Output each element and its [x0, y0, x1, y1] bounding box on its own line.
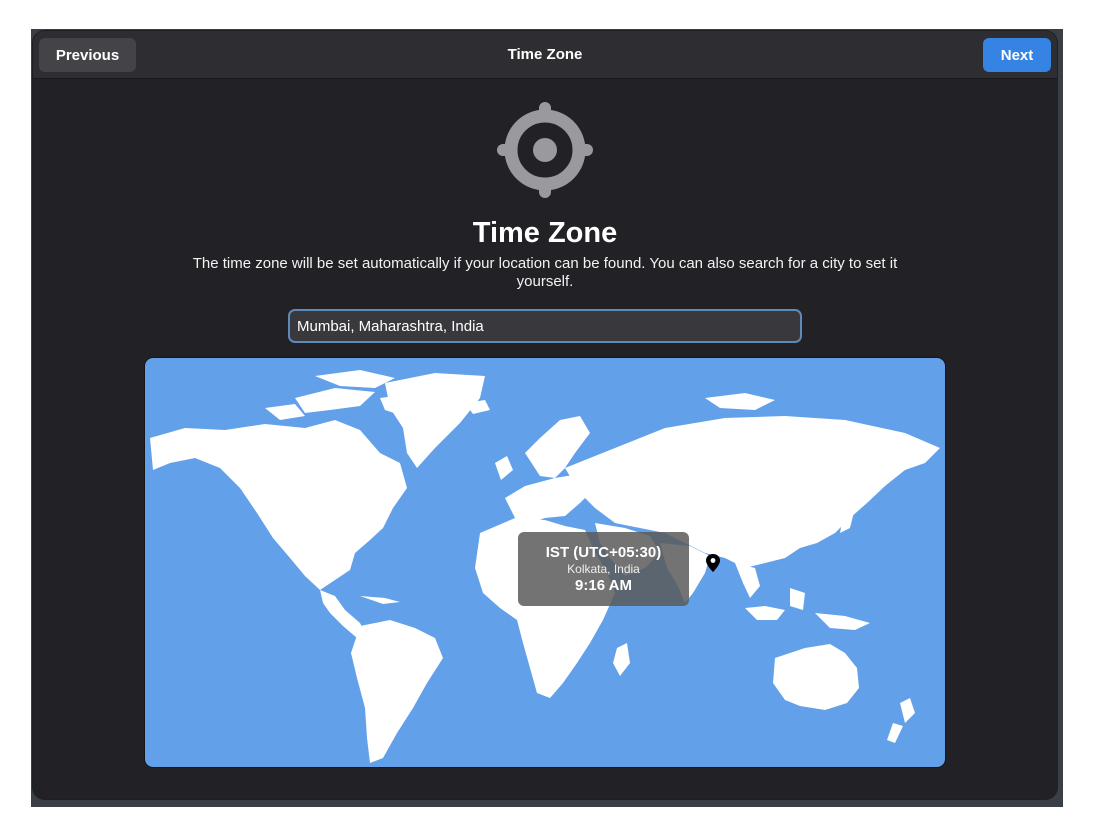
header-bar: Previous Time Zone Next: [33, 31, 1057, 79]
next-button[interactable]: Next: [983, 38, 1051, 72]
window-title: Time Zone: [507, 46, 583, 63]
page-description: The time zone will be set automatically …: [192, 255, 898, 290]
map-pin-icon[interactable]: [705, 554, 721, 572]
location-search-field[interactable]: [288, 309, 802, 343]
timezone-city: Kolkata, India: [567, 562, 640, 576]
world-map[interactable]: IST (UTC+05:30) Kolkata, India 9:16 AM: [145, 358, 945, 767]
timezone-tooltip: IST (UTC+05:30) Kolkata, India 9:16 AM: [518, 532, 689, 606]
location-search-input[interactable]: [290, 311, 800, 341]
location-crosshair-icon: [497, 102, 593, 198]
timezone-current-time: 9:16 AM: [575, 577, 632, 594]
previous-button[interactable]: Previous: [39, 38, 136, 72]
setup-window: Previous Time Zone Next Time Zone The ti…: [33, 31, 1057, 799]
timezone-label: IST (UTC+05:30): [545, 544, 662, 561]
page-title: Time Zone: [472, 217, 618, 249]
